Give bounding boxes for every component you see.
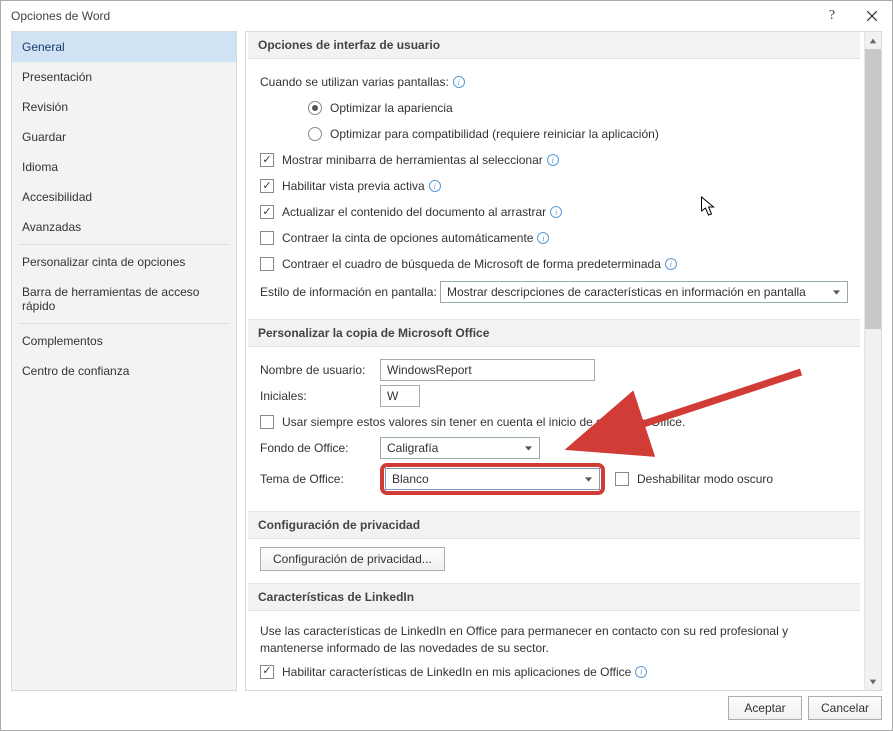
initials-input[interactable] [380,385,420,407]
close-icon [867,11,877,21]
vertical-scrollbar[interactable] [864,32,881,690]
section-ui-body: Cuando se utilizan varias pantallas: Opt… [248,59,860,315]
tips-style-value: Mostrar descripciones de características… [447,285,806,299]
radio-optimize-appearance-label: Optimizar la apariencia [330,101,453,115]
chevron-down-icon [581,472,595,486]
check-collapse-search-label: Contraer el cuadro de búsqueda de Micros… [282,257,661,271]
check-minibar[interactable] [260,153,274,167]
scroll-down-button[interactable] [865,673,881,690]
check-always-values-label: Usar siempre estos valores sin tener en … [282,415,685,429]
section-linkedin-body: Use las características de LinkedIn en O… [248,611,860,690]
main-scroll-content: Opciones de interfaz de usuario Cuando s… [246,32,864,690]
office-bg-value: Caligrafía [387,441,438,455]
radio-optimize-appearance[interactable] [308,101,322,115]
sidebar-item-centro-confianza[interactable]: Centro de confianza [12,356,236,386]
office-theme-dropdown[interactable]: Blanco [385,468,600,490]
tips-style-label: Estilo de información en pantalla: [260,285,440,299]
chevron-down-icon [829,285,843,299]
scrollbar-track[interactable] [865,329,881,673]
info-icon[interactable] [453,76,465,88]
check-always-values[interactable] [260,415,274,429]
section-privacy-title: Configuración de privacidad [248,511,860,539]
close-button[interactable] [852,1,892,31]
info-icon[interactable] [665,258,677,270]
sidebar-item-personalizar-cinta[interactable]: Personalizar cinta de opciones [12,247,236,277]
section-personalize-body: Nombre de usuario: Iniciales: Usar siemp… [248,347,860,507]
sidebar-separator [18,244,230,245]
sidebar-item-accesibilidad[interactable]: Accesibilidad [12,182,236,212]
info-icon[interactable] [635,666,647,678]
office-bg-label: Fondo de Office: [260,441,380,455]
office-bg-dropdown[interactable]: Caligrafía [380,437,540,459]
linkedin-desc: Use las características de LinkedIn en O… [260,623,800,657]
sidebar-item-revision[interactable]: Revisión [12,92,236,122]
check-collapse-search[interactable] [260,257,274,271]
dialog-body: General Presentación Revisión Guardar Id… [1,31,892,691]
check-livepreview-label: Habilitar vista previa activa [282,179,425,193]
sidebar-item-avanzadas[interactable]: Avanzadas [12,212,236,242]
info-icon[interactable] [537,232,549,244]
main-panel: Opciones de interfaz de usuario Cuando s… [245,31,882,691]
info-icon[interactable] [429,180,441,192]
sidebar: General Presentación Revisión Guardar Id… [11,31,237,691]
check-disable-darkmode[interactable] [615,472,629,486]
privacy-settings-button[interactable]: Configuración de privacidad... [260,547,445,571]
check-collapse-ribbon-label: Contraer la cinta de opciones automática… [282,231,533,245]
info-icon[interactable] [547,154,559,166]
sidebar-item-general[interactable]: General [12,32,236,62]
sidebar-item-complementos[interactable]: Complementos [12,326,236,356]
office-theme-highlight: Blanco [380,463,605,495]
check-collapse-ribbon[interactable] [260,231,274,245]
username-label: Nombre de usuario: [260,363,380,377]
check-disable-darkmode-label: Deshabilitar modo oscuro [637,472,773,486]
section-privacy-body: Configuración de privacidad... [248,539,860,579]
multi-display-label: Cuando se utilizan varias pantallas: [260,75,449,89]
radio-optimize-compat-label: Optimizar para compatibilidad (requiere … [330,127,659,141]
sidebar-item-presentacion[interactable]: Presentación [12,62,236,92]
section-personalize-title: Personalizar la copia de Microsoft Offic… [248,319,860,347]
titlebar: Opciones de Word ? [1,1,892,31]
scroll-up-button[interactable] [865,32,881,49]
check-update-drag-label: Actualizar el contenido del documento al… [282,205,546,219]
sidebar-separator [18,323,230,324]
section-linkedin-title: Características de LinkedIn [248,583,860,611]
check-linkedin-enable-label: Habilitar características de LinkedIn en… [282,665,631,679]
section-ui-title: Opciones de interfaz de usuario [248,32,860,59]
sidebar-item-barra-acceso-rapido[interactable]: Barra de herramientas de acceso rápido [12,277,236,321]
scrollbar-thumb[interactable] [865,49,881,329]
sidebar-item-idioma[interactable]: Idioma [12,152,236,182]
initials-label: Iniciales: [260,389,380,403]
check-update-drag[interactable] [260,205,274,219]
tips-style-dropdown[interactable]: Mostrar descripciones de características… [440,281,848,303]
office-theme-value: Blanco [392,472,429,486]
window-title: Opciones de Word [11,9,110,23]
help-button[interactable]: ? [812,1,852,31]
chevron-down-icon [521,441,535,455]
dialog-footer: Aceptar Cancelar [1,691,892,725]
ok-button[interactable]: Aceptar [728,696,802,720]
radio-optimize-compat[interactable] [308,127,322,141]
username-input[interactable] [380,359,595,381]
window-controls: ? [812,1,892,31]
info-icon[interactable] [550,206,562,218]
cancel-button[interactable]: Cancelar [808,696,882,720]
sidebar-item-guardar[interactable]: Guardar [12,122,236,152]
check-livepreview[interactable] [260,179,274,193]
check-minibar-label: Mostrar minibarra de herramientas al sel… [282,153,543,167]
check-linkedin-enable[interactable] [260,665,274,679]
office-theme-label: Tema de Office: [260,472,380,486]
